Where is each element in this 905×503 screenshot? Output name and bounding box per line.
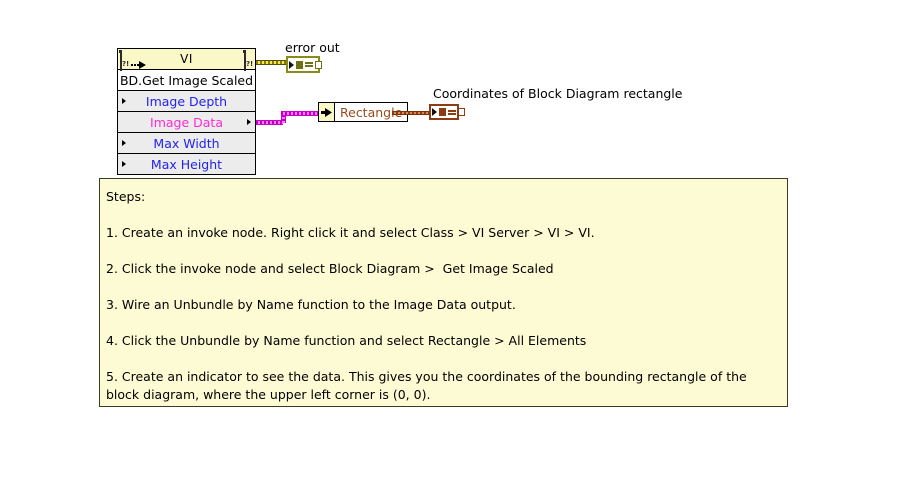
terminal-row-max-width[interactable]: Max Width — [118, 133, 255, 154]
step-item-1: 1. Create an invoke node. Right click it… — [106, 225, 595, 240]
error-wire[interactable] — [256, 60, 288, 65]
terminal-row-image-depth[interactable]: Image Depth — [118, 91, 255, 112]
image-data-wire-segment-3[interactable] — [281, 111, 319, 116]
error-out-indicator[interactable] — [286, 56, 322, 73]
input-terminal-arrow-icon — [122, 161, 126, 167]
reference-flow-arrow-icon — [131, 54, 146, 69]
input-terminal-arrow-icon — [122, 140, 126, 146]
coordinates-label: Coordinates of Block Diagram rectangle — [433, 86, 683, 101]
unbundle-input-terminal[interactable] — [319, 103, 335, 121]
output-terminal-arrow-icon — [247, 119, 251, 125]
error-out-label: error out — [285, 40, 340, 55]
coordinates-wire[interactable] — [392, 111, 429, 115]
step-item-3: 3. Wire an Unbundle by Name function to … — [106, 297, 516, 312]
step-item-4: 4. Click the Unbundle by Name function a… — [106, 333, 587, 348]
terminal-label-max-width: Max Width — [153, 135, 220, 151]
coordinates-indicator[interactable] — [429, 104, 465, 120]
invoke-node-method-row[interactable]: BD.Get Image Scaled — [118, 70, 255, 91]
invoke-node-method-label: BD.Get Image Scaled — [119, 72, 254, 88]
vi-reference-in-icon: ?! — [120, 50, 129, 71]
error-cluster-icon — [289, 60, 322, 69]
step-item-2: 2. Click the invoke node and select Bloc… — [106, 261, 554, 276]
steps-text-box[interactable]: Steps: 1. Create an invoke node. Right c… — [99, 178, 788, 407]
input-arrow-icon — [321, 107, 332, 117]
terminal-label-image-depth: Image Depth — [145, 93, 228, 109]
input-terminal-arrow-icon — [122, 98, 126, 104]
terminal-row-max-height[interactable]: Max Height — [118, 154, 255, 174]
terminal-row-image-data[interactable]: Image Data — [118, 112, 255, 133]
invoke-node-class-label: VI — [180, 52, 193, 66]
terminal-label-max-height: Max Height — [150, 156, 223, 172]
steps-heading: Steps: — [106, 189, 146, 204]
step-item-5: 5. Create an indicator to see the data. … — [106, 369, 751, 402]
cluster-icon — [432, 108, 465, 116]
invoke-node-header[interactable]: ?! VI ?! — [118, 49, 255, 71]
vi-reference-out-icon: ?! — [244, 50, 253, 71]
image-data-wire-segment-1[interactable] — [256, 120, 283, 125]
invoke-node[interactable]: ?! VI ?! BD.Get Image Scaled Image Depth… — [117, 48, 256, 175]
terminal-label-image-data: Image Data — [150, 114, 223, 130]
